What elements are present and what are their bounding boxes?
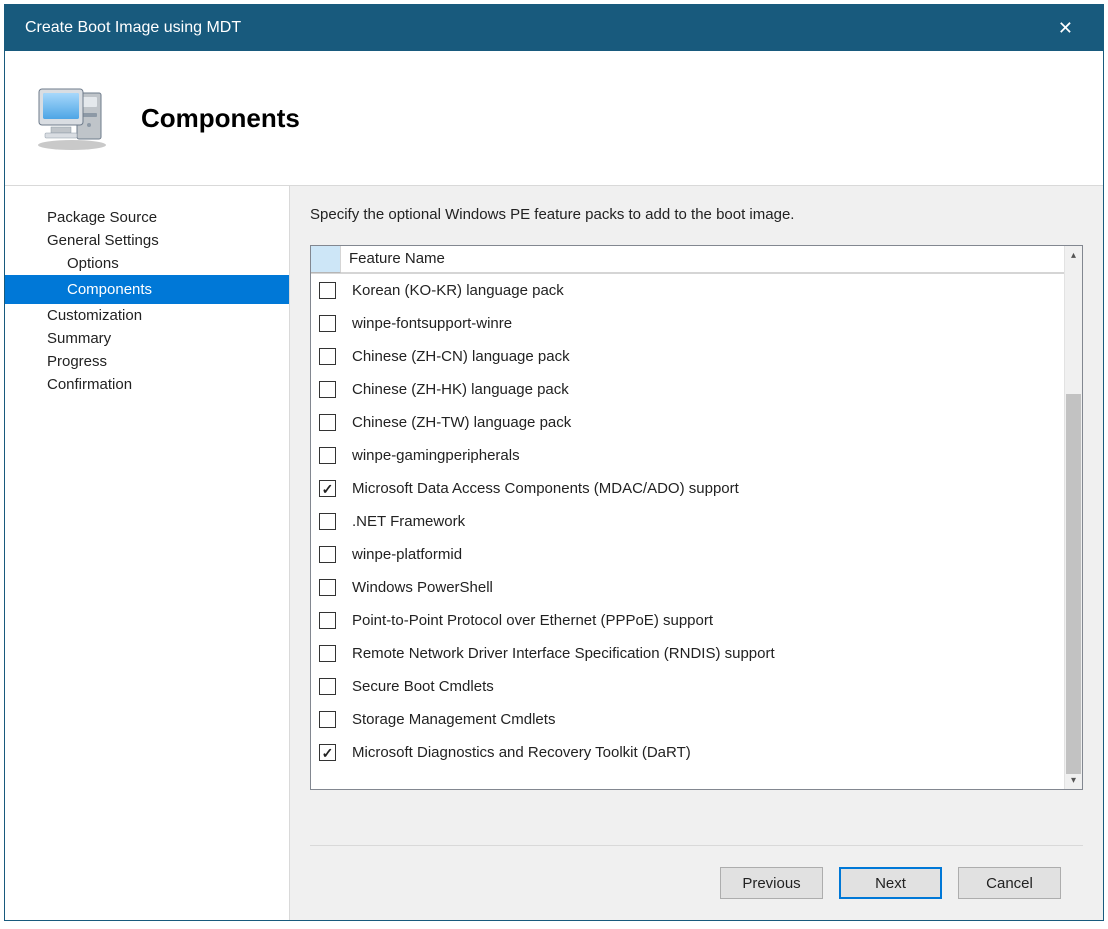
feature-label: .NET Framework — [352, 513, 465, 530]
content-area: Package SourceGeneral SettingsOptions Com… — [5, 185, 1103, 920]
feature-row[interactable]: Chinese (ZH-HK) language pack — [311, 373, 1064, 406]
feature-checkbox[interactable] — [319, 447, 336, 464]
feature-row[interactable]: Point-to-Point Protocol over Ethernet (P… — [311, 604, 1064, 637]
feature-checkbox[interactable] — [319, 678, 336, 695]
feature-label: Microsoft Diagnostics and Recovery Toolk… — [352, 744, 691, 761]
nav-item-confirmation[interactable]: Confirmation — [5, 373, 289, 396]
feature-checkbox[interactable] — [319, 414, 336, 431]
feature-row[interactable]: Korean (KO-KR) language pack — [311, 274, 1064, 307]
feature-label: Korean (KO-KR) language pack — [352, 282, 564, 299]
nav-item-label: Components — [5, 278, 289, 301]
title-bar: Create Boot Image using MDT ✕ — [5, 5, 1103, 51]
column-header-row: Feature Name — [311, 246, 1064, 274]
checkbox-column-header[interactable] — [311, 246, 341, 273]
feature-row[interactable]: Microsoft Diagnostics and Recovery Toolk… — [311, 736, 1064, 769]
feature-row[interactable]: Chinese (ZH-TW) language pack — [311, 406, 1064, 439]
window-title: Create Boot Image using MDT — [25, 19, 241, 37]
feature-label: Chinese (ZH-CN) language pack — [352, 348, 570, 365]
feature-label: Chinese (ZH-HK) language pack — [352, 381, 569, 398]
nav-item-customization[interactable]: Customization — [5, 304, 289, 327]
wizard-icon — [33, 83, 111, 153]
footer-bar: Previous Next Cancel — [310, 845, 1083, 920]
cancel-button[interactable]: Cancel — [958, 867, 1061, 899]
feature-row[interactable]: Windows PowerShell — [311, 571, 1064, 604]
feature-checkbox[interactable] — [319, 744, 336, 761]
scroll-track[interactable] — [1065, 264, 1082, 771]
nav-item-summary[interactable]: Summary — [5, 327, 289, 350]
page-title: Components — [141, 103, 300, 134]
feature-label: Remote Network Driver Interface Specific… — [352, 645, 775, 662]
feature-label: Chinese (ZH-TW) language pack — [352, 414, 571, 431]
close-icon[interactable]: ✕ — [1048, 12, 1083, 45]
previous-button[interactable]: Previous — [720, 867, 823, 899]
instruction-text: Specify the optional Windows PE feature … — [310, 206, 1083, 223]
feature-checkbox[interactable] — [319, 645, 336, 662]
feature-name-column-header[interactable]: Feature Name — [341, 246, 1064, 273]
feature-checkbox[interactable] — [319, 480, 336, 497]
feature-label: winpe-gamingperipherals — [352, 447, 520, 464]
feature-row[interactable]: Microsoft Data Access Components (MDAC/A… — [311, 472, 1064, 505]
feature-row[interactable]: Remote Network Driver Interface Specific… — [311, 637, 1064, 670]
feature-label: Microsoft Data Access Components (MDAC/A… — [352, 480, 739, 497]
feature-checkbox[interactable] — [319, 282, 336, 299]
feature-checkbox[interactable] — [319, 381, 336, 398]
nav-item-options[interactable]: Options — [5, 252, 289, 275]
feature-checkbox[interactable] — [319, 579, 336, 596]
nav-item-components[interactable]: Components — [5, 275, 289, 304]
wizard-header: Components — [5, 51, 1103, 185]
scrollbar[interactable]: ▴ ▾ — [1064, 246, 1082, 789]
nav-item-general-settings[interactable]: General Settings — [5, 229, 289, 252]
feature-checkbox[interactable] — [319, 612, 336, 629]
feature-checkbox[interactable] — [319, 711, 336, 728]
scroll-up-icon[interactable]: ▴ — [1065, 246, 1082, 264]
feature-checkbox[interactable] — [319, 315, 336, 332]
feature-row[interactable]: winpe-platformid — [311, 538, 1064, 571]
feature-row[interactable]: winpe-gamingperipherals — [311, 439, 1064, 472]
wizard-window: Create Boot Image using MDT ✕ — [4, 4, 1104, 921]
feature-label: Windows PowerShell — [352, 579, 493, 596]
feature-row[interactable]: Chinese (ZH-CN) language pack — [311, 340, 1064, 373]
feature-checkbox[interactable] — [319, 513, 336, 530]
nav-item-progress[interactable]: Progress — [5, 350, 289, 373]
feature-row[interactable]: Secure Boot Cmdlets — [311, 670, 1064, 703]
feature-label: winpe-fontsupport-winre — [352, 315, 512, 332]
feature-checkbox[interactable] — [319, 546, 336, 563]
feature-label: Point-to-Point Protocol over Ethernet (P… — [352, 612, 713, 629]
feature-list: Feature Name Korean (KO-KR) language pac… — [310, 245, 1083, 790]
feature-checkbox[interactable] — [319, 348, 336, 365]
feature-label: Storage Management Cmdlets — [352, 711, 555, 728]
feature-row[interactable]: winpe-fontsupport-winre — [311, 307, 1064, 340]
nav-item-package-source[interactable]: Package Source — [5, 206, 289, 229]
main-panel: Specify the optional Windows PE feature … — [290, 186, 1103, 920]
feature-row[interactable]: .NET Framework — [311, 505, 1064, 538]
scroll-thumb[interactable] — [1066, 394, 1081, 774]
feature-row[interactable]: Storage Management Cmdlets — [311, 703, 1064, 736]
feature-label: Secure Boot Cmdlets — [352, 678, 494, 695]
feature-label: winpe-platformid — [352, 546, 462, 563]
next-button[interactable]: Next — [839, 867, 942, 899]
wizard-nav: Package SourceGeneral SettingsOptions Com… — [5, 186, 290, 920]
